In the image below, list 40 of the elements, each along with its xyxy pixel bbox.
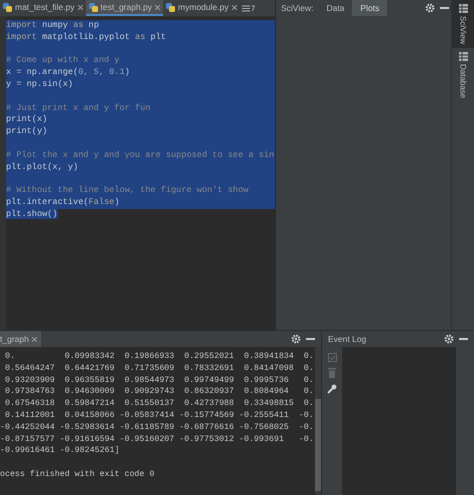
python-file-icon [3,2,12,12]
close-icon[interactable] [155,4,160,10]
scrollbar-thumb[interactable] [315,399,321,491]
event-log-title: Event Log [327,334,366,344]
python-file-icon [88,2,98,12]
table-icon [458,52,468,62]
file-tab[interactable]: test_graph.py [86,0,164,16]
list-icon[interactable] [242,4,250,12]
settings-icon [425,3,435,13]
file-tab[interactable]: mat_test_file.py [0,0,86,16]
console-output-line: 0. 0.09983342 0.19866933 0.29552021 0.38941834 0. [4,351,315,363]
settings-icon [444,334,454,344]
close-icon[interactable] [32,336,37,342]
wrench-icon [327,384,337,394]
settings-icon [291,334,301,344]
side-tab[interactable]: Database [452,48,474,103]
minimize-icon [440,6,448,10]
checkbox-icon [328,353,336,362]
sciview-label: SciView: [280,2,314,15]
close-icon[interactable] [78,4,83,10]
side-tab[interactable]: SciView [452,0,474,48]
view-tab[interactable]: Data [318,0,352,16]
close-icon[interactable] [232,4,237,10]
minimize-icon [458,338,468,340]
console-exit-message: ocess finished with exit code 0 [0,468,156,481]
table-icon [458,4,468,13]
console-output-line: 0.67546318 0.59847214 0.51550137 0.42737988 0.33498815 0. [4,398,315,410]
python-file-icon [166,2,176,12]
minimize-icon [306,338,314,340]
view-tab[interactable]: Plots [352,0,388,16]
trash-icon [328,368,336,378]
console-output-line: 0.14112001 0.04158066 -0.05837414 -0.15774569 -0.2555411 -0. [4,410,315,422]
file-tab[interactable]: mymodule.py [163,0,240,16]
console-output-line: 0.93203909 0.96355819 0.98544973 0.99749499 0.9995736 0. [4,374,315,386]
console-output-line: -0.99616461 -0.98245261] [0,445,120,458]
console-output-line: -0.87157577 -0.91616594 -0.95160207 -0.97753012 -0.993691 -0. [0,434,315,446]
console-output-line: 0.56464247 0.64421769 0.71735609 0.78332691 0.84147098 0. [4,362,315,375]
console-output-line: 0.97384763 0.94630009 0.90929743 0.86320937 0.8084964 0. [4,386,315,398]
run-tab[interactable]: t_graph [0,331,41,347]
console-output-line: -0.44252044 -0.52983614 -0.61185789 -0.68776616 -0.7568025 -0. [0,422,315,434]
